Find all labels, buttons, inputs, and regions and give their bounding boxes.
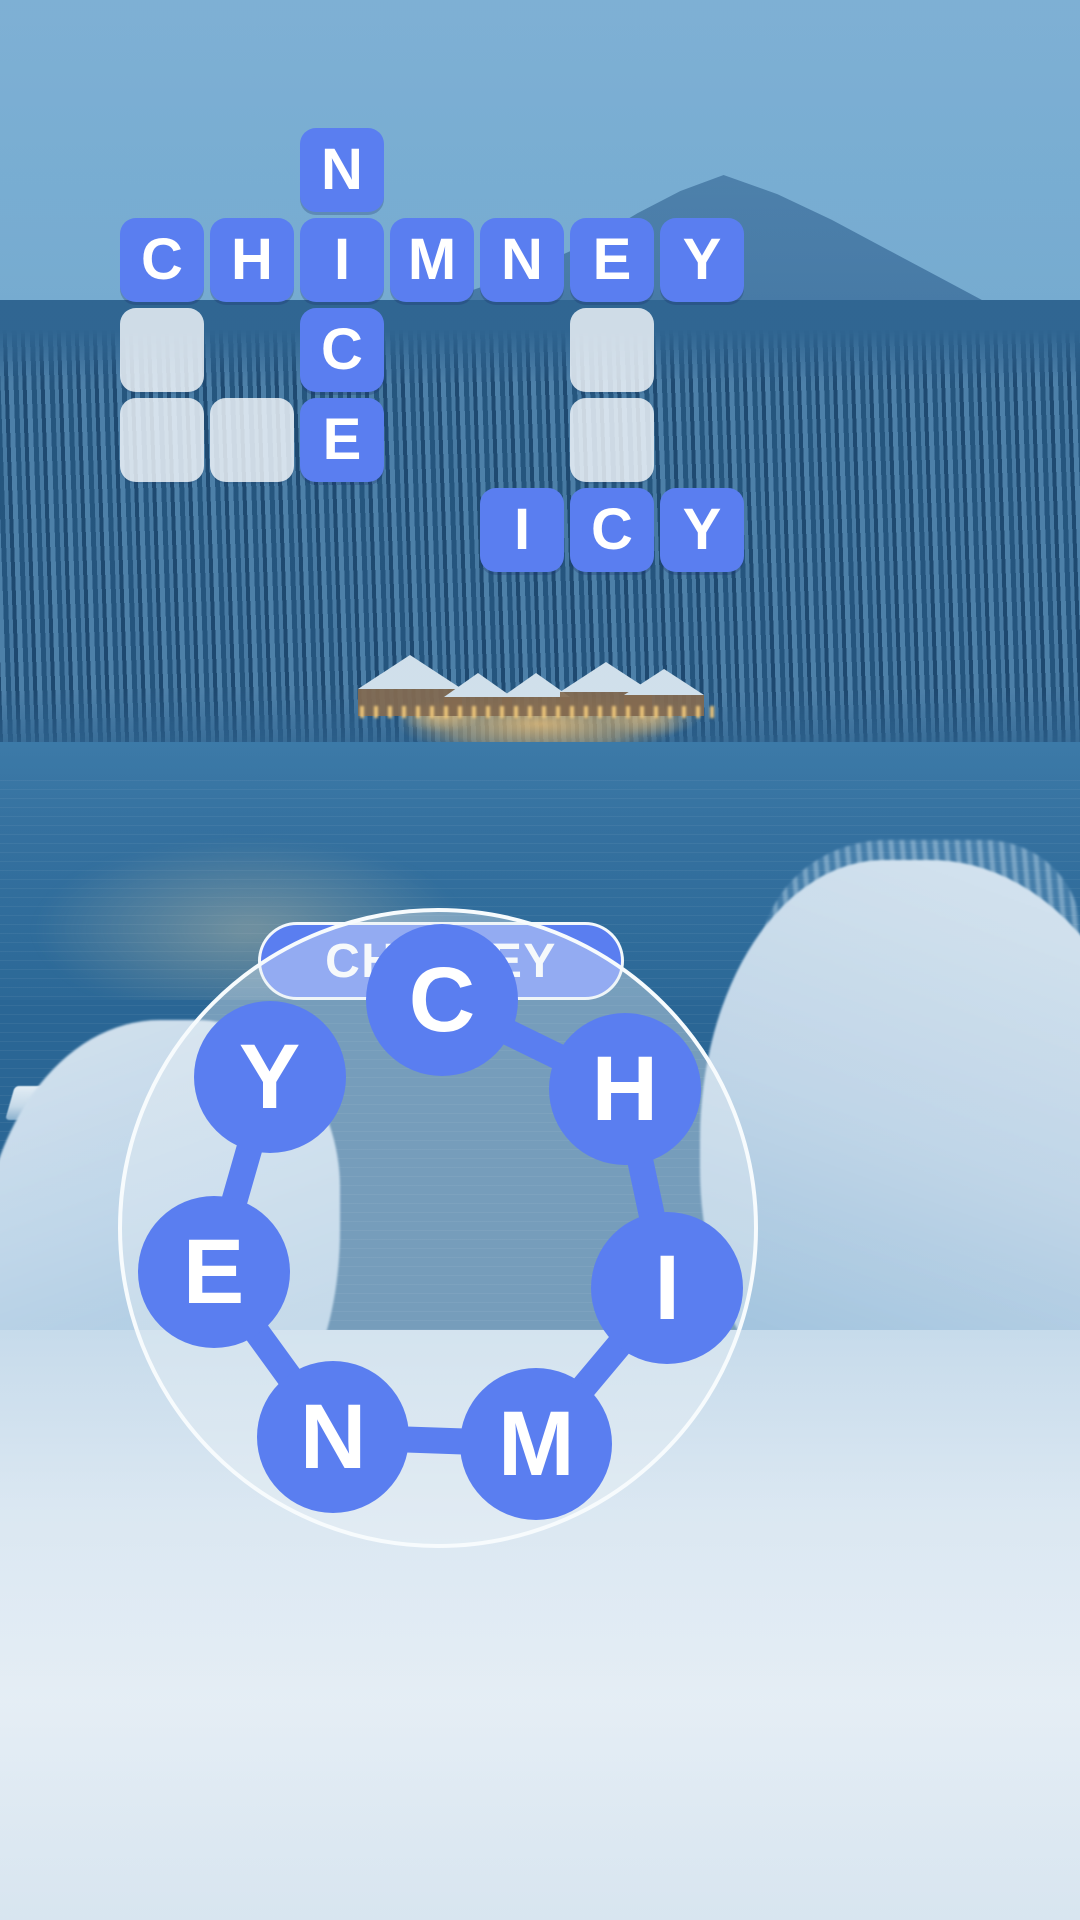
- crossword-cell-letter: C: [300, 308, 384, 392]
- crossword-grid: NCHIMNEYCEICY: [120, 128, 780, 572]
- wheel-letter-y[interactable]: Y: [193, 1000, 346, 1153]
- letter-wheel[interactable]: CHIMNEY: [118, 908, 758, 1548]
- wheel-letter-m[interactable]: M: [460, 1367, 613, 1520]
- letter-wheel-inner: CHIMNEY: [122, 912, 754, 1544]
- crossword-cell-empty: [570, 308, 654, 392]
- crossword-cell-letter: N: [480, 218, 564, 302]
- crossword-cell-letter: Y: [660, 218, 744, 302]
- wheel-letter-n[interactable]: N: [257, 1360, 410, 1513]
- wheel-letter-h[interactable]: H: [548, 1013, 701, 1166]
- crossword-cell-empty: [570, 398, 654, 482]
- crossword-cell-letter: I: [480, 488, 564, 572]
- crossword-cell-letter: M: [390, 218, 474, 302]
- crossword-cell-letter: C: [570, 488, 654, 572]
- crossword-cell-empty: [120, 398, 204, 482]
- game-screen: NCHIMNEYCEICY CHIMNEY CHIMNEY: [0, 0, 1080, 1920]
- wheel-letter-c[interactable]: C: [366, 924, 518, 1076]
- crossword-cell-letter: E: [570, 218, 654, 302]
- crossword-cell-letter: H: [210, 218, 294, 302]
- wheel-letter-e[interactable]: E: [137, 1196, 290, 1349]
- wheel-letter-i[interactable]: I: [591, 1212, 744, 1365]
- crossword-cell-letter: E: [300, 398, 384, 482]
- crossword-cell-empty: [210, 398, 294, 482]
- crossword-cell-letter: C: [120, 218, 204, 302]
- crossword-cell-letter: Y: [660, 488, 744, 572]
- crossword-cell-empty: [120, 308, 204, 392]
- crossword-cell-letter: N: [300, 128, 384, 212]
- crossword-cell-letter: I: [300, 218, 384, 302]
